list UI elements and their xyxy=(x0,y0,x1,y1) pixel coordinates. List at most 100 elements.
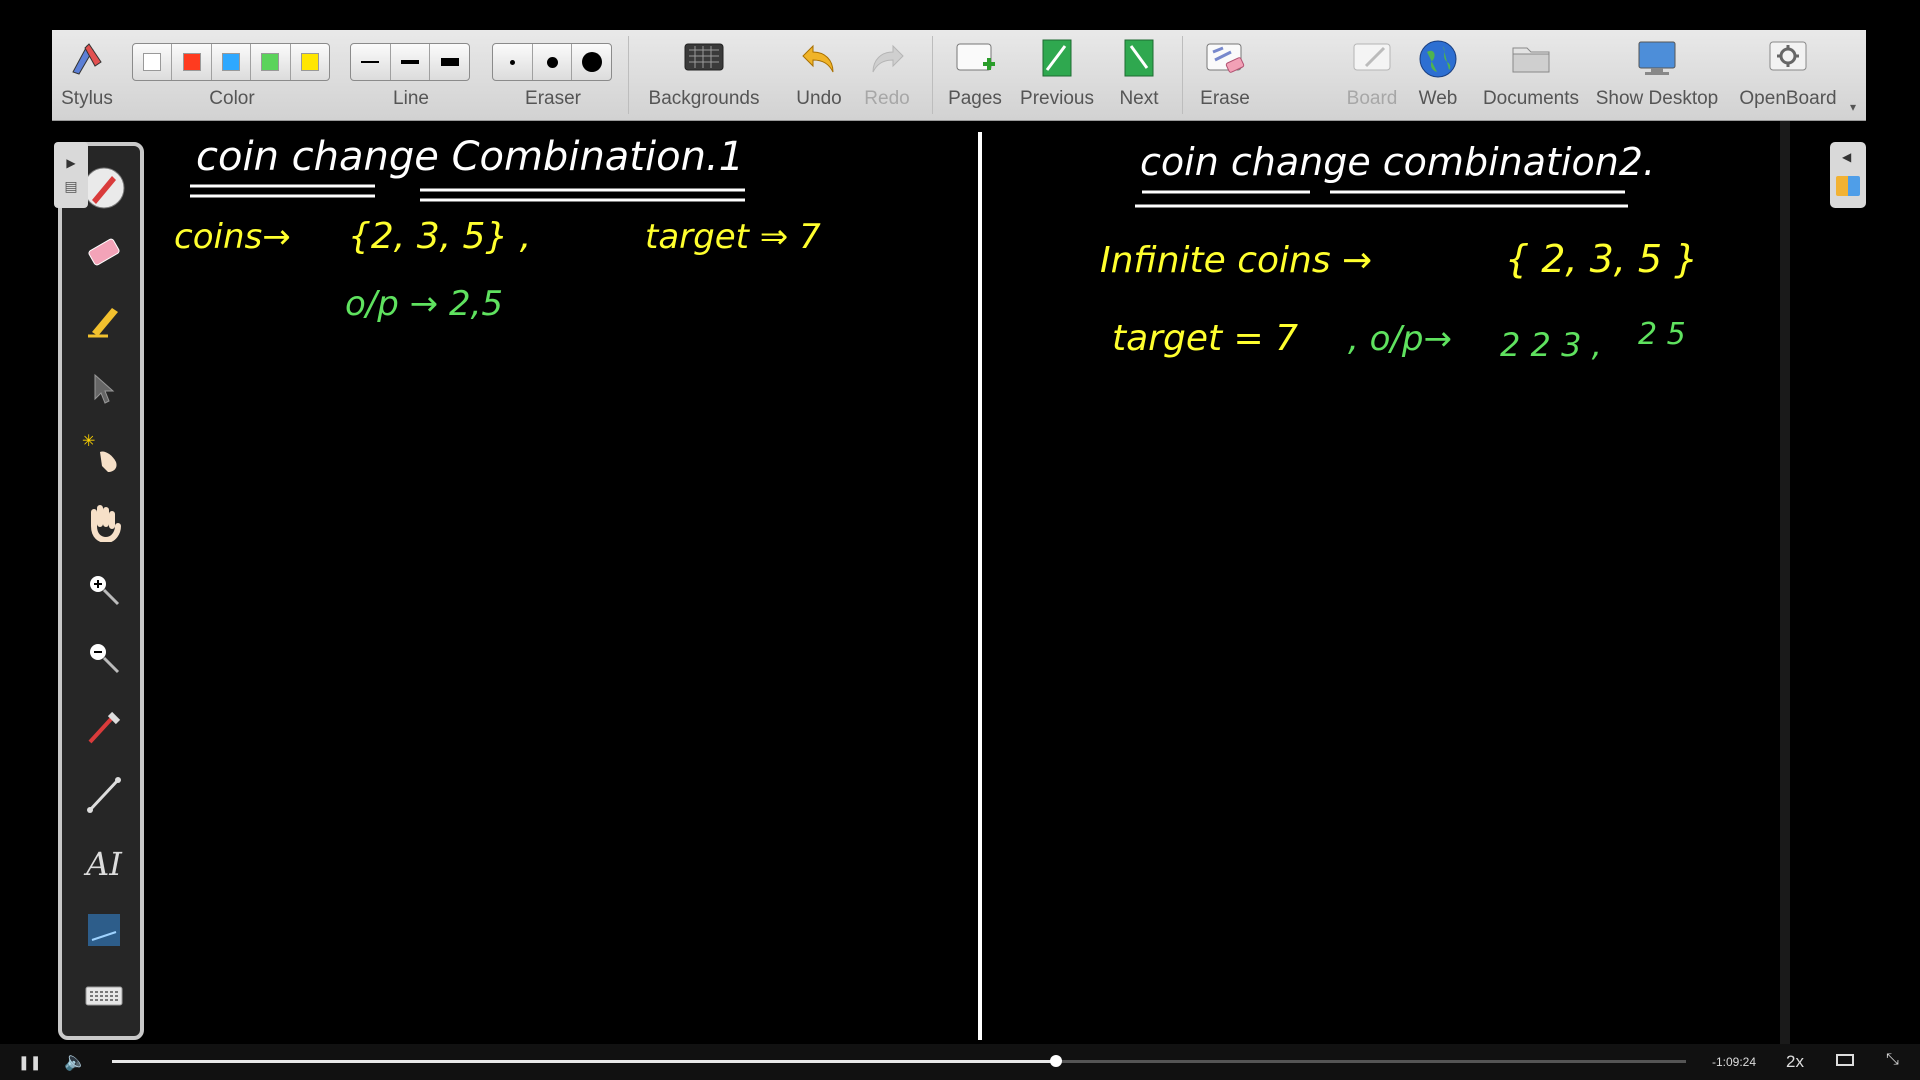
right-output-label: , o/p→ xyxy=(1348,319,1452,359)
color-group: Color xyxy=(132,30,332,120)
exit-fullscreen-icon[interactable]: ⤡ xyxy=(1886,1051,1899,1069)
eraser-medium[interactable] xyxy=(533,44,573,80)
capture-tool[interactable] xyxy=(82,910,126,954)
eraser-size-selector[interactable] xyxy=(492,43,612,81)
chevron-right-icon: ▶ xyxy=(66,155,76,170)
documents-button[interactable]: Documents xyxy=(1476,30,1586,120)
show-desktop-button[interactable]: Show Desktop xyxy=(1592,30,1722,120)
hand-tool[interactable] xyxy=(82,502,126,546)
volume-icon[interactable]: 🔈 xyxy=(64,1051,86,1072)
highlighter-tool[interactable] xyxy=(82,300,126,344)
left-target: target ⇒ 7 xyxy=(645,217,821,257)
redo-button[interactable]: Redo xyxy=(852,30,922,120)
color-swatch xyxy=(300,53,319,71)
pages-button[interactable]: Pages xyxy=(940,30,1010,120)
palette-grip-icon: ▤ xyxy=(64,177,78,194)
toolbar-separator xyxy=(932,36,933,114)
palette-collapse-tab[interactable]: ▶ ▤ xyxy=(54,142,88,208)
progress-fill xyxy=(112,1060,1057,1063)
zoom-in-icon xyxy=(84,570,124,615)
redo-label: Redo xyxy=(864,88,910,109)
color-yellow[interactable] xyxy=(291,44,329,80)
progress-bar[interactable] xyxy=(112,1055,1686,1067)
color-swatch xyxy=(182,53,201,71)
undo-button[interactable]: Undo xyxy=(784,30,854,120)
next-button[interactable]: Next xyxy=(1102,30,1176,120)
zoom-out-icon xyxy=(84,638,124,683)
chevron-left-icon: ◀ xyxy=(1842,150,1852,164)
picture-in-picture-icon[interactable] xyxy=(1836,1054,1854,1066)
color-selector[interactable] xyxy=(132,43,330,81)
right-coins-set: { 2, 3, 5 } xyxy=(1505,237,1698,281)
text-tool[interactable]: AI xyxy=(82,842,126,886)
openboard-menu-button[interactable]: OpenBoard xyxy=(1732,30,1844,120)
progress-knob[interactable] xyxy=(1050,1055,1063,1067)
board-icon xyxy=(1350,38,1394,84)
undo-icon xyxy=(799,38,839,84)
color-red[interactable] xyxy=(172,44,212,80)
zoom-out-tool[interactable] xyxy=(82,638,126,682)
line-tool[interactable] xyxy=(82,774,126,818)
line-icon xyxy=(84,774,124,819)
left-title: coin change Combination.1 xyxy=(196,134,744,180)
line-medium[interactable] xyxy=(391,44,431,80)
line-width-selector[interactable] xyxy=(350,43,470,81)
color-picker-tool[interactable] xyxy=(82,706,126,750)
library-collapse-tab[interactable]: ◀ xyxy=(1830,142,1866,208)
color-swatch xyxy=(143,53,162,71)
main-toolbar: Stylus Color Line Eraser Backgrounds Und… xyxy=(52,30,1866,121)
playback-speed-button[interactable]: 2x xyxy=(1786,1052,1804,1072)
erase-button[interactable]: Erase xyxy=(1190,30,1260,120)
hand-icon xyxy=(84,502,124,547)
line-group: Line xyxy=(350,30,472,120)
board-button[interactable]: Board xyxy=(1342,30,1402,120)
line-medium-icon xyxy=(401,60,419,64)
eraser-small-icon xyxy=(509,59,515,65)
previous-button[interactable]: Previous xyxy=(1012,30,1102,120)
keyboard-tool[interactable] xyxy=(82,976,126,1020)
erase-board-icon xyxy=(1203,38,1247,84)
board-canvas[interactable]: coin change Combination.1 coins→ {2, 3, … xyxy=(0,0,1920,1080)
backgrounds-icon xyxy=(682,38,726,82)
color-swatch xyxy=(222,53,241,71)
line-thin[interactable] xyxy=(351,44,391,80)
zoom-in-tool[interactable] xyxy=(82,570,126,614)
show-desktop-label: Show Desktop xyxy=(1595,88,1719,109)
stylus-label: Stylus xyxy=(61,88,113,109)
eraser-group: Eraser xyxy=(492,30,614,120)
svg-text:✳: ✳ xyxy=(82,433,95,450)
pause-icon[interactable]: ❚❚ xyxy=(18,1054,41,1071)
right-infinite-label: Infinite coins → xyxy=(1100,240,1372,281)
documents-label: Documents xyxy=(1482,88,1580,109)
eraser-small[interactable] xyxy=(493,44,533,80)
next-page-icon xyxy=(1119,38,1159,86)
web-label: Web xyxy=(1418,88,1458,109)
right-title: coin change combination2. xyxy=(1140,140,1655,184)
color-white[interactable] xyxy=(133,44,173,80)
right-output-values: 2 2 3 , xyxy=(1500,326,1602,364)
eraser-medium-icon xyxy=(546,56,558,68)
line-label: Line xyxy=(393,88,429,109)
color-green[interactable] xyxy=(251,44,291,80)
web-button[interactable]: Web xyxy=(1408,30,1468,120)
highlighter-icon xyxy=(84,300,124,345)
pen-tool[interactable] xyxy=(82,166,126,215)
backgrounds-button[interactable]: Backgrounds xyxy=(640,30,768,120)
backgrounds-label: Backgrounds xyxy=(648,88,760,109)
add-page-icon xyxy=(953,38,997,84)
previous-page-icon xyxy=(1037,38,1077,86)
stylus-button[interactable]: Stylus xyxy=(52,30,122,120)
pen-icon xyxy=(82,166,126,215)
board-label: Board xyxy=(1346,88,1398,109)
laser-pointer-tool[interactable]: ✳ xyxy=(82,432,126,481)
desktop-icon xyxy=(1635,38,1679,84)
eraser-large[interactable] xyxy=(572,44,611,80)
eraser-tool[interactable] xyxy=(82,232,126,276)
line-thick[interactable] xyxy=(430,44,469,80)
laser-pointer-icon: ✳ xyxy=(82,432,126,481)
color-blue[interactable] xyxy=(212,44,252,80)
eraser-large-icon xyxy=(581,52,602,72)
chevron-down-icon[interactable]: ▾ xyxy=(1850,100,1856,114)
pointer-tool[interactable] xyxy=(82,368,126,412)
openboard-label: OpenBoard xyxy=(1739,88,1837,109)
